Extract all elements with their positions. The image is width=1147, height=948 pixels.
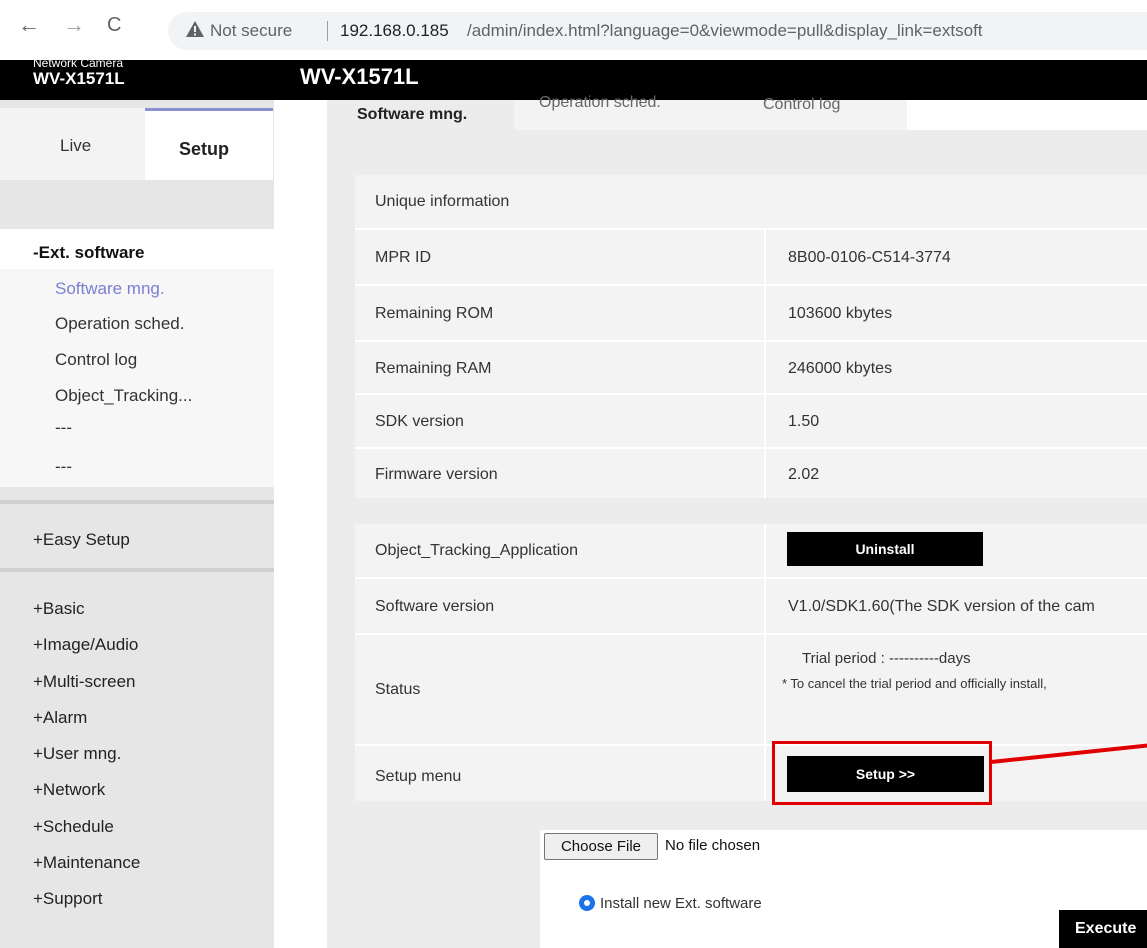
- sidebar-item-image-audio[interactable]: +Image/Audio: [33, 635, 138, 655]
- sidebar-item-multi-screen[interactable]: +Multi-screen: [33, 672, 136, 692]
- table-row: Status Trial period : ----------days * T…: [355, 633, 1147, 744]
- remaining-rom-value: 103600 kbytes: [788, 305, 893, 322]
- mpr-id-value: 8B00-0106-C514-3774: [788, 249, 951, 266]
- sidebar-item-empty-1[interactable]: ---: [55, 418, 72, 438]
- table-row: MPR ID 8B00-0106-C514-3774: [355, 228, 1147, 284]
- address-divider: [327, 21, 328, 41]
- unique-info-header: Unique information: [375, 193, 510, 210]
- radio-selected-dot: [584, 900, 590, 906]
- tab-live-label: Live: [60, 136, 92, 155]
- sdk-version-value: 1.50: [788, 413, 820, 430]
- status-note: * To cancel the trial period and officia…: [782, 676, 1047, 691]
- choose-file-button[interactable]: Choose File: [544, 833, 658, 860]
- remaining-ram-label: Remaining RAM: [375, 360, 492, 377]
- tab-software-mng[interactable]: Software mng.: [327, 100, 514, 130]
- tab-operation-sched[interactable]: Operation sched.: [514, 94, 719, 130]
- sidebar-item-empty-2[interactable]: ---: [55, 457, 72, 477]
- sidebar-item-operation-sched[interactable]: Operation sched.: [55, 314, 184, 334]
- sidebar-divider: [0, 568, 274, 572]
- sidebar-submenu: [0, 269, 274, 487]
- sidebar-item-easy-setup[interactable]: +Easy Setup: [33, 530, 130, 550]
- camera-model-title: WV-X1571L: [300, 64, 419, 89]
- sidebar-item-alarm[interactable]: +Alarm: [33, 708, 87, 728]
- mpr-id-label: MPR ID: [375, 249, 431, 266]
- tab-live[interactable]: Live: [0, 108, 145, 180]
- sidebar-item-object-tracking[interactable]: Object_Tracking...: [55, 386, 192, 406]
- camera-label: Network Camera: [33, 56, 124, 70]
- unique-info-table: Unique information MPR ID 8B00-0106-C514…: [355, 175, 1147, 498]
- tab-setup-label: Setup: [179, 139, 230, 159]
- sidebar-item-schedule[interactable]: +Schedule: [33, 817, 114, 837]
- table-row: Firmware version 2.02: [355, 447, 1147, 498]
- url-host[interactable]: 192.168.0.185: [340, 21, 449, 41]
- execute-button[interactable]: Execute: [1059, 910, 1147, 948]
- firmware-version-label: Firmware version: [375, 466, 498, 483]
- install-radio-label[interactable]: Install new Ext. software: [600, 895, 762, 912]
- sidebar-item-user-mng[interactable]: +User mng.: [33, 744, 121, 764]
- warning-icon[interactable]: [185, 20, 205, 43]
- url-path[interactable]: /admin/index.html?language=0&viewmode=pu…: [467, 21, 983, 41]
- sidebar-item-maintenance[interactable]: +Maintenance: [33, 853, 140, 873]
- remaining-rom-label: Remaining ROM: [375, 305, 494, 322]
- sidebar-item-basic[interactable]: +Basic: [33, 599, 85, 619]
- reload-button[interactable]: C: [107, 15, 121, 35]
- uninstall-button[interactable]: Uninstall: [787, 532, 983, 566]
- back-button[interactable]: ←: [18, 14, 40, 36]
- sidebar-item-network[interactable]: +Network: [33, 780, 105, 800]
- table-row: Setup menu: [355, 744, 1147, 801]
- remaining-ram-value: 246000 kbytes: [788, 360, 893, 377]
- column-divider: [764, 524, 766, 801]
- sidebar-item-software-mng[interactable]: Software mng.: [55, 279, 165, 299]
- annotation-highlight-box: [772, 741, 992, 805]
- sidebar-divider: [0, 500, 274, 504]
- firmware-version-value: 2.02: [788, 466, 820, 483]
- table-row: Software version V1.0/SDK1.60(The SDK ve…: [355, 577, 1147, 633]
- table-row: Remaining RAM 246000 kbytes: [355, 340, 1147, 393]
- sdk-version-label: SDK version: [375, 413, 464, 430]
- status-label: Status: [375, 681, 421, 698]
- camera-model-small: WV-X1571L: [33, 69, 125, 88]
- tab-operation-sched-label: Operation sched.: [539, 94, 661, 111]
- app-name: Object_Tracking_Application: [375, 542, 579, 559]
- setup-menu-label: Setup menu: [375, 768, 462, 785]
- tab-software-mng-label: Software mng.: [357, 106, 468, 123]
- tab-control-log-label: Control log: [763, 96, 841, 113]
- unique-info-header-row: Unique information: [355, 175, 1147, 228]
- forward-button[interactable]: →: [63, 14, 85, 36]
- software-version-value: V1.0/SDK1.60(The SDK version of the cam: [788, 598, 1095, 615]
- tab-setup[interactable]: Setup: [145, 108, 273, 180]
- sidebar-item-support[interactable]: +Support: [33, 889, 102, 909]
- file-status-text: No file chosen: [665, 837, 761, 854]
- software-version-label: Software version: [375, 598, 495, 615]
- status-trial: Trial period : ----------days: [802, 650, 971, 667]
- column-divider: [764, 228, 766, 498]
- sidebar-ext-software-label[interactable]: -Ext. software: [33, 243, 144, 263]
- table-row: Object_Tracking_Application: [355, 524, 1147, 577]
- security-warning-text[interactable]: Not secure: [210, 21, 292, 41]
- tab-control-log[interactable]: Control log: [719, 96, 907, 130]
- table-row: SDK version 1.50: [355, 393, 1147, 447]
- table-row: Remaining ROM 103600 kbytes: [355, 284, 1147, 340]
- sidebar-item-control-log[interactable]: Control log: [55, 350, 137, 370]
